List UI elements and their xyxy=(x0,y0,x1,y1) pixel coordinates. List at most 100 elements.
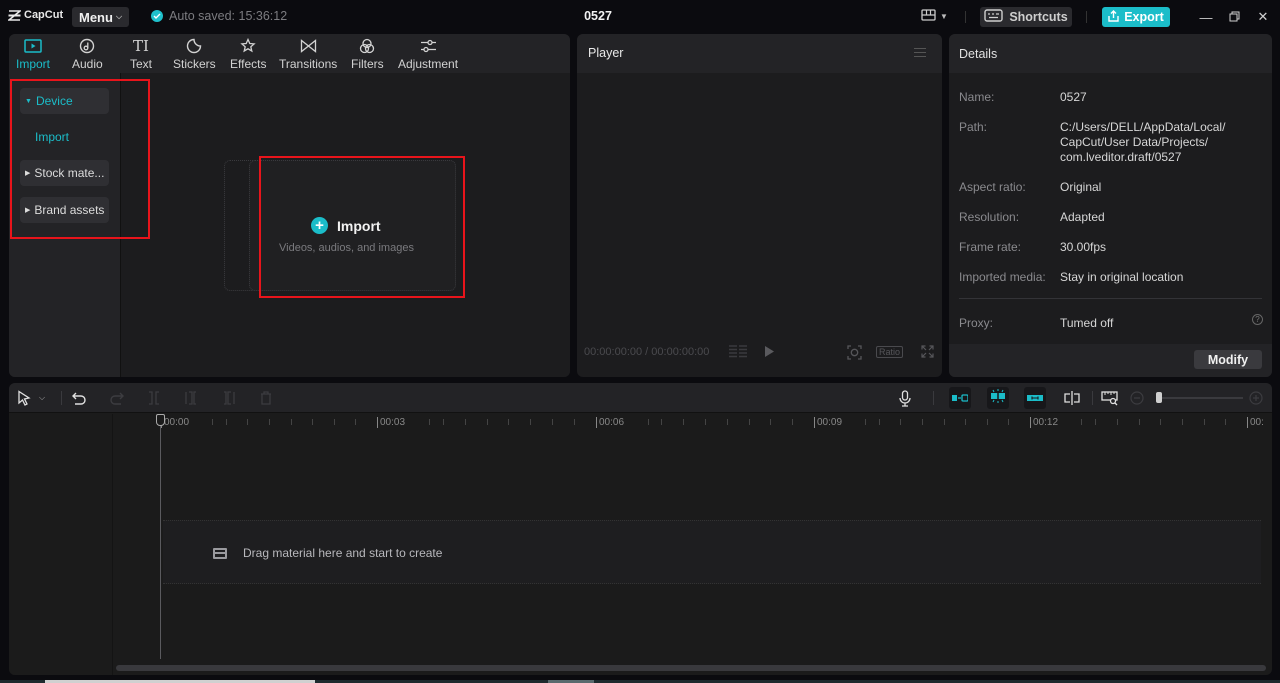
split-right-button[interactable] xyxy=(223,389,235,407)
restore-button[interactable] xyxy=(1226,9,1242,25)
ruler-tick xyxy=(1182,419,1183,425)
menu-button[interactable]: Menu ⌵ xyxy=(72,7,129,27)
sidebar-item-import[interactable]: Import xyxy=(35,130,69,144)
divider xyxy=(1086,11,1087,23)
player-timecode: 00:00:00:00 / 00:00:00:00 xyxy=(584,346,710,358)
divider xyxy=(933,391,934,405)
tab-transitions[interactable]: Transitions xyxy=(279,37,337,71)
tab-effects[interactable]: Effects xyxy=(230,37,266,71)
ruler-label: 00:06 xyxy=(596,417,624,428)
sidebar-item-label: Device xyxy=(35,94,73,108)
keyboard-icon xyxy=(984,9,1004,25)
timeline-grid-icon[interactable] xyxy=(728,345,748,361)
layout-icon xyxy=(921,9,936,23)
zoom-to-fit-button[interactable] xyxy=(1101,389,1119,407)
detail-key: Name: xyxy=(959,90,995,104)
shortcuts-label: Shortcuts xyxy=(1009,10,1068,24)
preview-axis-button[interactable] xyxy=(1063,389,1081,407)
ruler-tick xyxy=(429,419,430,425)
layout-button[interactable]: ▼ xyxy=(921,9,948,23)
export-label: Export xyxy=(1124,10,1164,24)
export-button[interactable]: Export xyxy=(1102,7,1170,27)
sidebar-item-stock-material[interactable]: ▶ Stock mate... xyxy=(20,160,109,186)
detail-value: C:/Users/DELL/AppData/Local/ CapCut/User… xyxy=(1060,120,1226,164)
delete-button[interactable] xyxy=(260,389,272,407)
ruler-tick xyxy=(770,419,771,425)
snap-icon xyxy=(990,388,1006,408)
zoom-out-button[interactable] xyxy=(1130,389,1144,407)
fullscreen-icon[interactable] xyxy=(921,345,934,361)
zoom-slider-track[interactable] xyxy=(1158,397,1243,399)
capcut-logo-icon xyxy=(8,9,21,21)
tab-text[interactable]: TI Text xyxy=(130,37,152,71)
ruler-tick xyxy=(334,419,335,425)
sidebar-item-brand-assets[interactable]: ▶ Brand assets xyxy=(20,197,109,223)
auto-snap-toggle[interactable] xyxy=(987,387,1009,409)
ruler-tick xyxy=(530,419,531,425)
import-subtitle: Videos, audios, and images xyxy=(279,242,414,254)
tab-filters[interactable]: Filters xyxy=(351,37,384,71)
ruler-tick xyxy=(879,419,880,425)
fit-zoom-icon[interactable] xyxy=(847,345,862,363)
split-left-button[interactable] xyxy=(185,389,197,407)
playhead-line[interactable] xyxy=(160,414,161,659)
timeline-ruler[interactable]: 00:00 00:03 00:06 00:09 00:12 00: xyxy=(113,414,1272,434)
tab-import[interactable]: Import xyxy=(16,37,50,71)
ruler-label: 00:09 xyxy=(814,417,842,428)
horizontal-scrollbar[interactable] xyxy=(116,665,1266,671)
autosave-status: Auto saved: 15:36:12 xyxy=(151,9,287,23)
zoom-slider-handle[interactable] xyxy=(1156,392,1162,403)
ruler-tick xyxy=(443,419,444,425)
tab-audio[interactable]: Audio xyxy=(72,37,103,71)
linkage-toggle[interactable] xyxy=(1024,387,1046,409)
tab-stickers[interactable]: Stickers xyxy=(173,37,216,71)
ruler-tick xyxy=(291,419,292,425)
help-icon[interactable]: ? xyxy=(1252,314,1263,325)
close-button[interactable]: ✕ xyxy=(1255,9,1271,25)
select-tool-button[interactable] xyxy=(17,389,31,407)
undo-button[interactable] xyxy=(72,389,86,407)
ruler-label: 00:03 xyxy=(377,417,405,428)
detail-key: Resolution: xyxy=(959,210,1020,224)
ruler-tick xyxy=(727,419,728,425)
sidebar-item-device[interactable]: ▼ Device xyxy=(20,88,109,114)
modify-button[interactable]: Modify xyxy=(1194,350,1262,369)
tab-adjustment[interactable]: Adjustment xyxy=(398,37,458,71)
magnet-link-icon xyxy=(952,389,969,407)
ruler-tick xyxy=(944,419,945,425)
export-icon xyxy=(1108,9,1119,25)
adjustment-icon xyxy=(420,37,437,55)
hamburger-menu-icon[interactable] xyxy=(914,48,926,60)
ratio-button[interactable]: Ratio xyxy=(876,346,904,358)
detail-value: 0527 xyxy=(1060,90,1087,104)
chevron-down-icon[interactable]: ⌵ xyxy=(39,389,45,407)
play-button[interactable] xyxy=(764,345,775,361)
details-footer: Modify xyxy=(949,344,1272,377)
import-button[interactable]: + Import xyxy=(311,217,381,234)
ruler-tick xyxy=(1117,419,1118,425)
project-title: 0527 xyxy=(584,9,612,23)
autosave-text: Auto saved: 15:36:12 xyxy=(169,9,288,23)
shortcuts-button[interactable]: Shortcuts xyxy=(980,7,1072,27)
ruler-tick xyxy=(247,419,248,425)
ruler-tick xyxy=(865,419,866,425)
divider xyxy=(965,11,966,23)
main-track-magnet-toggle[interactable] xyxy=(949,387,971,409)
zoom-in-button[interactable] xyxy=(1249,389,1263,407)
ruler-tick xyxy=(749,419,750,425)
minimize-button[interactable]: — xyxy=(1198,9,1214,25)
ruler-tick xyxy=(574,419,575,425)
timeline-toolbar: ⌵ xyxy=(9,383,1272,413)
ruler-tick xyxy=(922,419,923,425)
timeline-panel: ⌵ 00:00 00:03 00:06 00:09 00:12 00: Drag… xyxy=(9,383,1272,675)
microphone-button[interactable] xyxy=(899,389,911,407)
detail-value: Stay in original location xyxy=(1060,270,1184,284)
split-button[interactable] xyxy=(148,389,160,407)
redo-button[interactable] xyxy=(110,389,124,407)
ruler-tick xyxy=(312,419,313,425)
playhead-handle[interactable] xyxy=(156,414,165,426)
player-header: Player xyxy=(577,34,942,73)
detail-value: 30.00fps xyxy=(1060,240,1107,254)
ruler-tick xyxy=(212,419,213,425)
transitions-icon xyxy=(300,37,317,55)
